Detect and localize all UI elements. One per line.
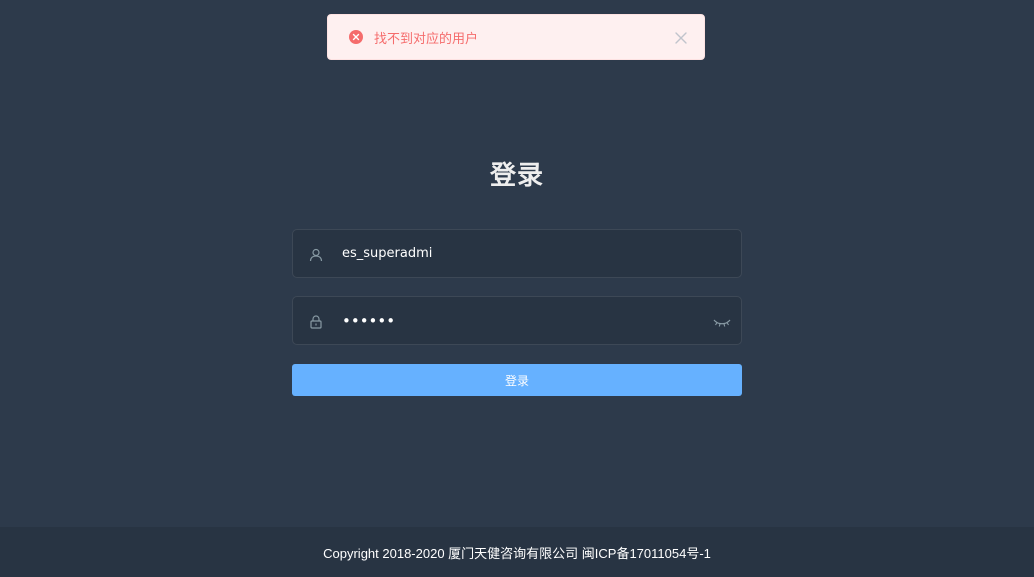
toast-message: 找不到对应的用户 [374, 31, 479, 47]
error-toast: 找不到对应的用户 [327, 14, 705, 60]
login-page: 找不到对应的用户 登录 es_superadmi •••••• 登录 Copyr… [0, 0, 1034, 577]
page-title: 登录 [489, 161, 544, 191]
user-icon [309, 247, 323, 261]
lock-icon [309, 314, 323, 329]
login-button[interactable]: 登录 [292, 364, 742, 396]
username-field [292, 229, 742, 278]
copyright-text: Copyright 2018-2020 厦门天健咨询有限公司 闽ICP备1701… [323, 545, 711, 561]
username-input[interactable] [342, 230, 741, 277]
eye-closed-icon[interactable] [713, 314, 731, 328]
close-icon[interactable] [674, 30, 688, 44]
password-input[interactable] [342, 297, 713, 344]
footer: Copyright 2018-2020 厦门天健咨询有限公司 闽ICP备1701… [0, 527, 1034, 577]
error-circle-icon [349, 30, 363, 44]
password-field [292, 296, 742, 345]
